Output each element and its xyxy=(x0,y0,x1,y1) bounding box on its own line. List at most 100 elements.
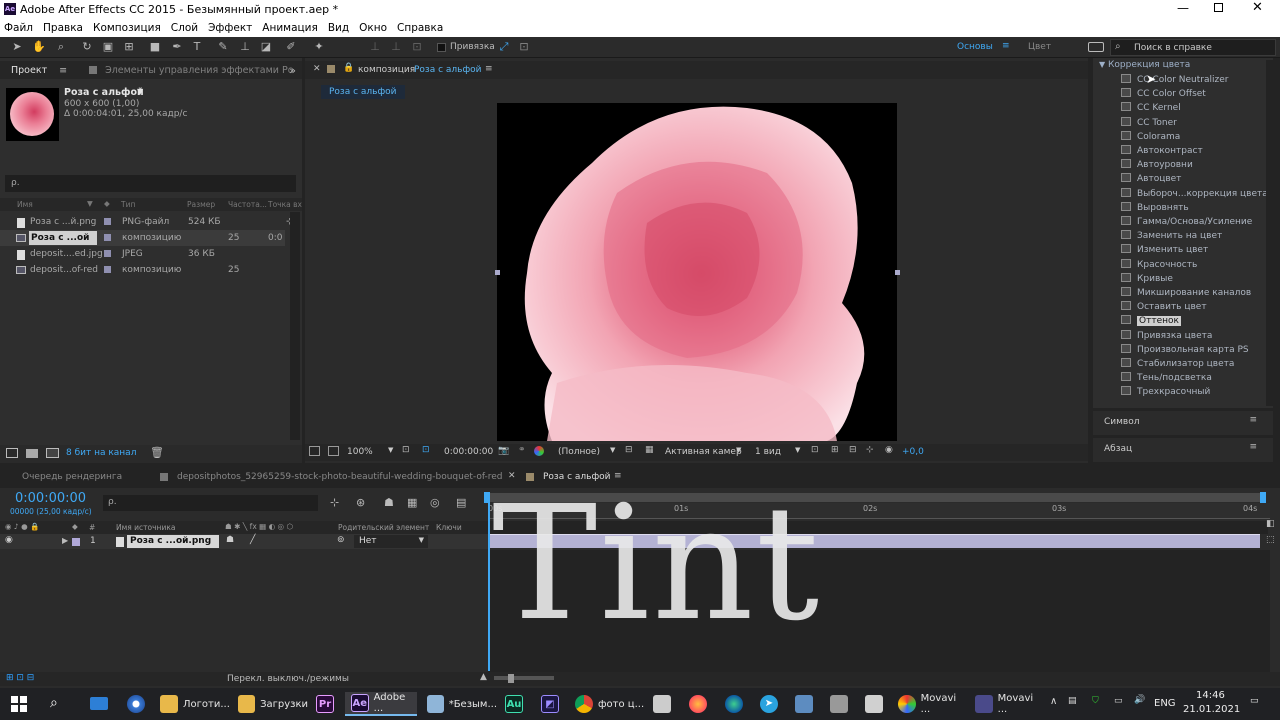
roto-brush-tool-icon[interactable]: ✐ xyxy=(284,40,298,54)
clock-date[interactable]: 21.01.2021 xyxy=(1183,704,1240,715)
comp-tab-name[interactable]: Роза с альфой xyxy=(414,65,482,75)
effect-item[interactable]: Автоуровни xyxy=(1121,158,1193,172)
grid-toggle-icon[interactable] xyxy=(328,446,339,456)
effect-item[interactable]: Оттенок xyxy=(1093,314,1265,329)
trash-icon[interactable]: 🗑 xyxy=(150,446,164,459)
channel-icon[interactable] xyxy=(534,446,544,456)
ruler-end-icon[interactable]: ◧ xyxy=(1266,519,1275,529)
new-folder-icon[interactable] xyxy=(26,449,38,458)
telegram-icon[interactable]: ➤ xyxy=(760,695,778,713)
network-icon[interactable]: ▭ xyxy=(1114,696,1123,706)
hand-tool-icon[interactable]: ✋ xyxy=(32,40,46,54)
axis-local-icon[interactable]: ⊥ xyxy=(368,40,382,54)
sync-settings-icon[interactable] xyxy=(1088,42,1104,52)
notifications-icon[interactable]: ▭ xyxy=(1250,696,1259,706)
snap-features-icon[interactable]: ⊡ xyxy=(517,40,531,54)
volume-icon[interactable]: 🔊 xyxy=(1134,695,1145,705)
parent-header[interactable]: Родительский элемент xyxy=(338,523,429,532)
selection-tool-icon[interactable]: ➤ xyxy=(10,40,24,54)
paragraph-panel[interactable]: Абзац ≡ xyxy=(1093,438,1273,462)
menu-effect[interactable]: Эффект xyxy=(208,22,252,34)
current-time-indicator[interactable] xyxy=(488,493,490,671)
column-rate[interactable]: Частота... xyxy=(228,200,267,209)
symbol-panel-menu-icon[interactable]: ≡ xyxy=(1249,415,1257,425)
toggle-pixel-aspect-icon[interactable]: ⊡ xyxy=(811,445,819,455)
column-size[interactable]: Размер xyxy=(187,200,215,209)
effect-item[interactable]: Гамма/Основа/Усиление xyxy=(1121,215,1252,229)
close-icon[interactable]: ✕ xyxy=(1252,0,1263,15)
resolution-dropdown[interactable]: (Полное) xyxy=(558,447,600,457)
clock-time[interactable]: 14:46 xyxy=(1196,690,1225,701)
snapshot-icon[interactable]: 📷 xyxy=(498,446,509,456)
expand-layer-icon[interactable]: ▶ xyxy=(62,536,68,545)
switches-modes-toggle[interactable]: Перекл. выключ./режимы xyxy=(227,674,349,684)
effect-item[interactable]: Стабилизатор цвета xyxy=(1121,357,1234,371)
region-of-interest-icon[interactable]: ⊡ xyxy=(422,445,430,455)
comp-mini-flowchart-icon[interactable]: ⊹ xyxy=(330,496,339,509)
tab-effect-controls[interactable]: Элементы управления эффектами Ро xyxy=(105,65,293,76)
workspace-color[interactable]: Цвет xyxy=(1028,42,1051,52)
anchor-handle-right[interactable] xyxy=(895,270,900,275)
interpret-footage-icon[interactable] xyxy=(6,448,18,458)
tab-render-queue[interactable]: Очередь рендеринга xyxy=(22,472,122,482)
zoom-slider-thumb[interactable] xyxy=(508,674,514,683)
show-snapshot-icon[interactable]: ⚭ xyxy=(518,445,526,455)
snap-checkbox[interactable] xyxy=(437,43,446,52)
screen-icon[interactable] xyxy=(865,695,883,713)
tab-project[interactable]: Проект xyxy=(11,65,47,76)
axis-world-icon[interactable]: ⊥ xyxy=(389,40,403,54)
minimize-icon[interactable]: — xyxy=(1177,1,1189,15)
views-dropdown[interactable]: 1 вид xyxy=(755,447,781,457)
pen-tool-icon[interactable]: ✒ xyxy=(170,40,184,54)
maximize-icon[interactable] xyxy=(1214,3,1223,12)
effect-item[interactable]: Красочность xyxy=(1121,258,1197,272)
help-search-box[interactable]: ⌕ Поиск в справке xyxy=(1110,39,1276,56)
firefox-icon[interactable] xyxy=(689,695,707,713)
brush-tool-icon[interactable]: ✎ xyxy=(216,40,230,54)
effect-item[interactable]: Заменить на цвет xyxy=(1121,229,1222,243)
effect-item[interactable]: Выбороч...коррекция цвета xyxy=(1121,187,1268,201)
effect-item[interactable]: Привязка цвета xyxy=(1121,329,1212,343)
taskbar-app-active[interactable]: Ae Adobe ... xyxy=(345,692,417,716)
rotate-tool-icon[interactable]: ↻ xyxy=(80,40,94,54)
pan-behind-tool-icon[interactable]: ⊞ xyxy=(122,40,136,54)
usb-icon[interactable] xyxy=(830,695,848,713)
column-type[interactable]: Тип xyxy=(121,200,135,209)
camera-tool-icon[interactable]: ▣ xyxy=(101,40,115,54)
menu-composition[interactable]: Композиция xyxy=(93,22,161,34)
effect-item[interactable]: Кривые xyxy=(1121,272,1173,286)
menu-help[interactable]: Справка xyxy=(397,22,443,34)
start-icon[interactable] xyxy=(11,696,27,712)
search-icon[interactable]: ⌕ xyxy=(50,695,58,711)
type-tool-icon[interactable]: T xyxy=(190,40,204,54)
menu-view[interactable]: Вид xyxy=(328,22,349,34)
panel-overflow-icon[interactable]: » xyxy=(289,64,296,77)
work-area-end-handle[interactable] xyxy=(1260,492,1266,503)
source-name-header[interactable]: Имя источника xyxy=(116,523,175,532)
effect-item[interactable]: Микширование каналов xyxy=(1121,286,1251,300)
comp-name-chip[interactable]: Роза с альфой xyxy=(321,85,405,99)
language-indicator[interactable]: ENG xyxy=(1154,698,1176,709)
transparency-grid-icon[interactable]: ▦ xyxy=(645,445,654,455)
files-icon[interactable] xyxy=(653,695,671,713)
effect-item[interactable]: Автоконтраст xyxy=(1121,144,1203,158)
timeline-timecode[interactable]: 0:00:00:00 xyxy=(15,491,86,506)
tools-icon[interactable] xyxy=(795,695,813,713)
audition-icon[interactable]: Au xyxy=(505,695,523,713)
symbol-panel[interactable]: Символ ≡ xyxy=(1093,411,1273,435)
tab-depositphotos[interactable]: depositphotos_52965259-stock-photo-beaut… xyxy=(177,472,503,482)
taskbar-app[interactable]: Логоти... xyxy=(160,692,230,716)
layer-name[interactable]: Роза с ...ой.png xyxy=(127,535,219,548)
tab-project-menu-icon[interactable]: ≡ xyxy=(59,65,67,76)
zoom-tool-icon[interactable]: ⌕ xyxy=(54,40,68,54)
camera-dropdown[interactable]: Активная камер xyxy=(665,447,742,457)
taskbar-app[interactable]: фото ц... xyxy=(575,692,645,716)
layer-label-color[interactable] xyxy=(72,538,80,546)
menu-edit[interactable]: Правка xyxy=(43,22,83,34)
paragraph-panel-menu-icon[interactable]: ≡ xyxy=(1249,442,1257,452)
parent-dropdown[interactable]: Нет ▼ xyxy=(354,535,428,548)
timeline-link-icon[interactable]: ⊟ xyxy=(849,445,857,455)
taskbar-app[interactable]: Загрузки xyxy=(238,692,308,716)
tray-chevron-icon[interactable]: ∧ xyxy=(1050,696,1057,707)
layer-end-icon[interactable]: ⬚ xyxy=(1266,535,1275,545)
